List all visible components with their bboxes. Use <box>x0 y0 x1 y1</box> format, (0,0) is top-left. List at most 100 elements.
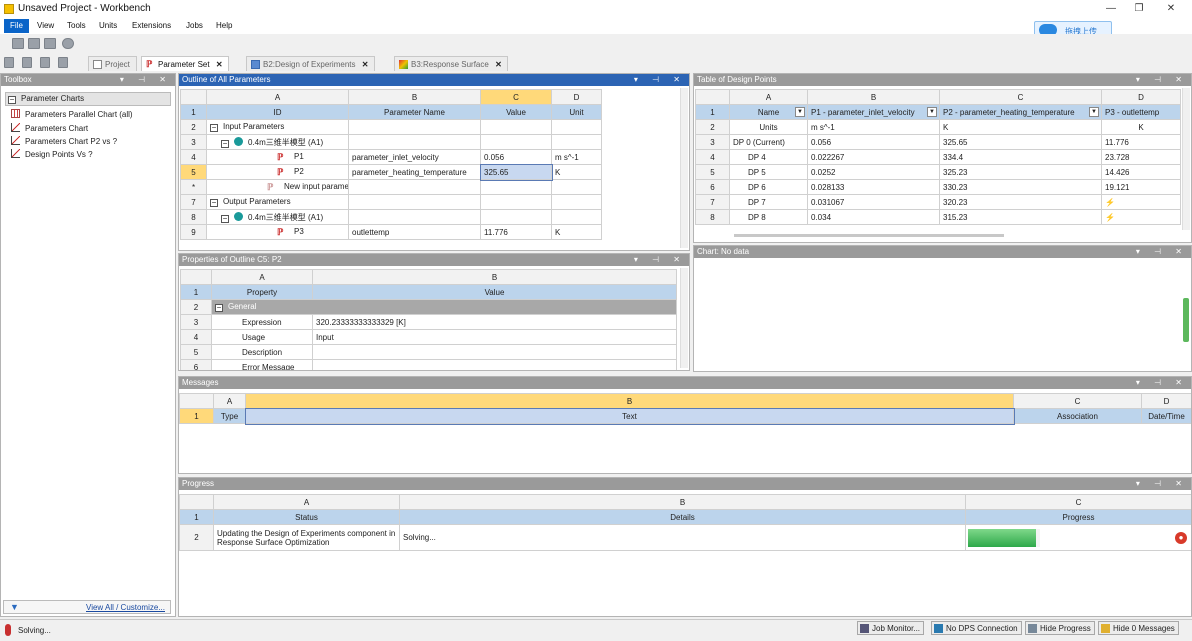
table-row[interactable]: 7 DP 7 0.031067 320.23 ⚡ <box>695 194 1181 210</box>
design-points-hscroll[interactable] <box>734 234 1004 237</box>
refresh-icon[interactable] <box>62 38 74 49</box>
new-icon[interactable] <box>12 38 24 49</box>
table-row[interactable]: * ℙNew input parameter <box>180 179 602 195</box>
chart-scroll-thumb[interactable] <box>1183 298 1189 342</box>
menu-view[interactable]: View <box>31 19 60 33</box>
collapse-icon[interactable]: − <box>8 96 16 104</box>
panel-controls[interactable]: ▾ ⊣ ✕ <box>1136 478 1188 490</box>
header-parameter-name[interactable]: Parameter Name <box>348 104 481 120</box>
column-letter[interactable]: C <box>939 89 1102 105</box>
toolbox-section[interactable]: − Parameter Charts <box>5 92 171 106</box>
close-tab-icon[interactable]: ✕ <box>362 57 369 72</box>
panel-controls[interactable]: ▾ ⊣ ✕ <box>634 254 686 266</box>
toolbox-item-design-points-vs[interactable]: Design Points Vs ? <box>11 149 93 159</box>
open-project-icon[interactable] <box>22 57 32 68</box>
archive-icon[interactable] <box>58 57 68 68</box>
header-unit[interactable]: Unit <box>551 104 602 120</box>
tab-response-surface[interactable]: B3:Response Surface ✕ <box>394 56 508 71</box>
table-row[interactable]: 3 DP 0 (Current) 0.056 325.65 11.776 <box>695 134 1181 150</box>
menu-extensions[interactable]: Extensions <box>126 19 177 33</box>
header-status[interactable]: Status <box>213 509 400 525</box>
column-letter[interactable]: A <box>213 494 400 510</box>
selected-value-cell[interactable]: 325.65 <box>479 163 553 181</box>
menu-units[interactable]: Units <box>93 19 123 33</box>
table-row[interactable]: 9 ℙ P3 outlettemp 11.776 K <box>180 224 602 240</box>
filter-dropdown-icon[interactable]: ▼ <box>795 107 805 117</box>
column-letter[interactable]: D <box>1101 89 1181 105</box>
tab-parameter-set[interactable]: ℙ Parameter Set ✕ <box>141 56 229 71</box>
toolbox-item-parameters-chart[interactable]: Parameters Chart <box>11 123 88 133</box>
collapse-icon[interactable]: − <box>210 124 218 132</box>
panel-controls[interactable]: ▾ ⊣ ✕ <box>1136 377 1188 389</box>
table-row[interactable]: 6 DP 6 0.028133 330.23 19.121 <box>695 179 1181 195</box>
collapse-icon[interactable]: − <box>221 139 229 148</box>
column-letter[interactable]: A <box>206 89 349 105</box>
dps-connection-button[interactable]: No DPS Connection <box>931 621 1022 635</box>
toolbox-item-parallel-chart[interactable]: Parameters Parallel Chart (all) <box>11 109 133 119</box>
table-row[interactable]: 5 DP 5 0.0252 325.23 14.426 <box>695 164 1181 180</box>
filter-dropdown-icon[interactable]: ▼ <box>927 107 937 117</box>
column-letter[interactable]: B <box>312 269 677 285</box>
header-value[interactable]: Value <box>312 284 677 300</box>
column-letter[interactable]: B <box>807 89 940 105</box>
new-project-icon[interactable] <box>4 57 14 68</box>
header-date-time[interactable]: Date/Time <box>1141 408 1191 424</box>
open-icon[interactable] <box>28 38 40 49</box>
menu-tools[interactable]: Tools <box>61 19 92 33</box>
table-row[interactable]: 2 − Input Parameters <box>180 119 602 135</box>
update-required-icon[interactable]: ⚡ <box>1101 209 1181 225</box>
table-row[interactable]: 8 −0.4m三维半模型 (A1) <box>180 209 602 225</box>
view-all-customize-link[interactable]: View All / Customize... <box>86 603 165 612</box>
design-points-vscroll[interactable] <box>1182 88 1190 230</box>
tab-design-of-experiments[interactable]: B2:Design of Experiments ✕ <box>246 56 375 71</box>
hide-messages-button[interactable]: Hide 0 Messages <box>1098 621 1179 635</box>
panel-controls[interactable]: ▾ ⊣ ✕ <box>120 74 172 86</box>
save-icon[interactable] <box>44 38 56 49</box>
header-p2[interactable]: P2 - parameter_heating_temperature ▼ <box>939 104 1102 120</box>
table-row[interactable]: 2 − General <box>180 299 677 315</box>
filter-dropdown-icon[interactable]: ▼ <box>1089 107 1099 117</box>
column-letter[interactable]: A <box>211 269 313 285</box>
panel-controls[interactable]: ▾ ⊣ ✕ <box>1136 246 1188 258</box>
menu-jobs[interactable]: Jobs <box>180 19 209 33</box>
column-letter[interactable]: C <box>1013 393 1142 409</box>
table-row[interactable]: 8 DP 8 0.034 315.23 ⚡ <box>695 209 1181 225</box>
column-letter[interactable]: D <box>551 89 602 105</box>
header-progress[interactable]: Progress <box>965 509 1191 525</box>
column-letter[interactable]: B <box>399 494 966 510</box>
hide-progress-button[interactable]: Hide Progress <box>1025 621 1095 635</box>
table-row[interactable]: 2 Updating the Design of Experiments com… <box>179 524 1191 551</box>
save-project-icon[interactable] <box>40 57 50 68</box>
properties-scrollbar[interactable] <box>680 268 688 368</box>
menu-file[interactable]: File <box>4 19 29 33</box>
header-name[interactable]: Name ▼ <box>729 104 808 120</box>
collapse-icon[interactable]: − <box>215 304 223 312</box>
table-row[interactable]: 7 − Output Parameters <box>180 194 602 210</box>
table-row[interactable]: 4 Usage Input <box>180 329 677 345</box>
table-row[interactable]: 4 DP 4 0.022267 334.4 23.728 <box>695 149 1181 165</box>
header-association[interactable]: Association <box>1013 408 1142 424</box>
filter-icon[interactable]: ▼ <box>10 602 19 612</box>
header-details[interactable]: Details <box>399 509 966 525</box>
header-id[interactable]: ID <box>206 104 349 120</box>
column-letter[interactable]: B <box>348 89 481 105</box>
close-button[interactable]: ✕ <box>1160 1 1182 16</box>
header-property[interactable]: Property <box>211 284 313 300</box>
column-letter[interactable]: C <box>965 494 1191 510</box>
table-row[interactable]: 5 ℙ P2 parameter_heating_temperature 325.… <box>180 163 602 181</box>
column-letter[interactable]: C <box>480 89 552 105</box>
tab-project[interactable]: Project <box>88 56 137 71</box>
close-tab-icon[interactable]: ✕ <box>495 57 502 72</box>
outline-scrollbar[interactable] <box>680 88 688 248</box>
header-p3[interactable]: P3 - outlettemp <box>1101 104 1181 120</box>
update-required-icon[interactable]: ⚡ <box>1101 194 1181 210</box>
header-type[interactable]: Type <box>213 408 246 424</box>
panel-controls[interactable]: ▾ ⊣ ✕ <box>1136 74 1188 86</box>
minimize-button[interactable]: — <box>1100 1 1122 16</box>
table-row[interactable]: 4 ℙ P1 parameter_inlet_velocity 0.056 m s… <box>180 149 602 165</box>
panel-controls[interactable]: ▾ ⊣ ✕ <box>634 74 686 86</box>
new-input-parameter[interactable]: ℙNew input parameter <box>206 179 349 195</box>
menu-help[interactable]: Help <box>210 19 238 33</box>
column-letter[interactable]: A <box>729 89 808 105</box>
collapse-icon[interactable]: − <box>221 214 229 223</box>
